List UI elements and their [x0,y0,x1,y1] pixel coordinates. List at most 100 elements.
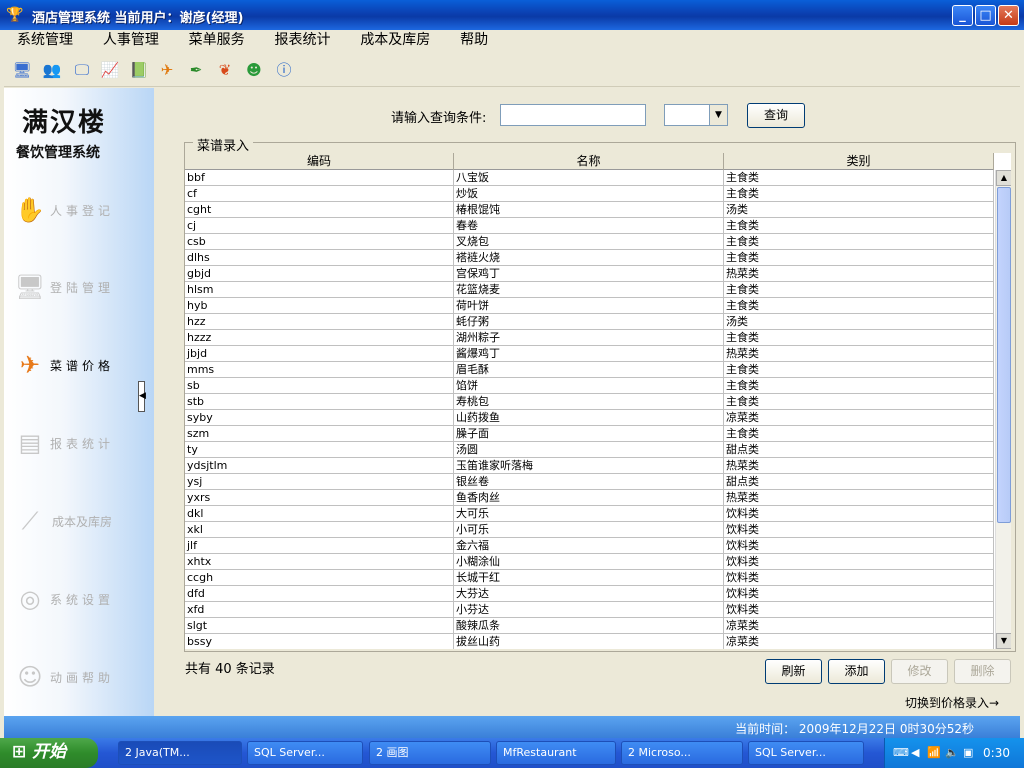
cell-code[interactable]: hzzz [185,330,454,346]
cell-name[interactable]: 花篮烧麦 [454,282,724,298]
menu-personnel[interactable]: 人事管理 [90,30,172,50]
taskbar-item-sql-server-2[interactable]: SQL Server... [748,741,864,765]
cell-name[interactable]: 小芬达 [454,602,724,618]
cell-category[interactable]: 热菜类 [724,458,994,474]
cell-category[interactable]: 饮料类 [724,506,994,522]
cell-code[interactable]: jlf [185,538,454,554]
cell-code[interactable]: ccgh [185,570,454,586]
scroll-down-icon[interactable]: ▼ [996,633,1011,649]
cell-category[interactable]: 汤类 [724,314,994,330]
cell-category[interactable]: 主食类 [724,282,994,298]
monitor-tray-icon[interactable]: ▣ [963,746,973,759]
column-header-category[interactable]: 类别 [724,153,994,170]
computer-icon[interactable]: 🖥 [12,60,32,80]
cell-code[interactable]: dfd [185,586,454,602]
table-row[interactable]: xkl 小可乐 饮料类 [185,522,994,538]
cell-code[interactable]: cj [185,218,454,234]
table-row[interactable]: xfd 小芬达 饮料类 [185,602,994,618]
maximize-button[interactable]: □ [975,5,996,26]
cell-code[interactable]: dlhs [185,250,454,266]
cell-name[interactable]: 春卷 [454,218,724,234]
cell-category[interactable]: 凉菜类 [724,634,994,649]
menu-help[interactable]: 帮助 [447,30,501,50]
search-input[interactable] [500,104,646,126]
cell-category[interactable]: 甜点类 [724,442,994,458]
add-button[interactable]: 添加 [828,659,885,684]
plane-icon[interactable]: ✈ [157,60,177,80]
cell-category[interactable]: 主食类 [724,234,994,250]
collapse-sidebar-handle[interactable]: ◀ [138,381,146,412]
cell-name[interactable]: 山药拨鱼 [454,410,724,426]
table-row[interactable]: dlhs 褡裢火烧 主食类 [185,250,994,266]
cell-code[interactable]: stb [185,394,454,410]
pen-icon[interactable]: ✒ [186,60,206,80]
refresh-button[interactable]: 刷新 [765,659,822,684]
cell-name[interactable]: 鱼香肉丝 [454,490,724,506]
cell-category[interactable]: 主食类 [724,298,994,314]
cell-name[interactable]: 小糊涂仙 [454,554,724,570]
cell-category[interactable]: 热菜类 [724,266,994,282]
cell-category[interactable]: 饮料类 [724,538,994,554]
cell-category[interactable]: 主食类 [724,330,994,346]
table-row[interactable]: cf 炒饭 主食类 [185,186,994,202]
cell-name[interactable]: 大可乐 [454,506,724,522]
menu-system[interactable]: 系统管理 [4,30,86,50]
sidebar-item-personnel-register[interactable]: ✋ 人事登记 [14,190,149,230]
table-row[interactable]: slgt 酸辣瓜条 凉菜类 [185,618,994,634]
cell-category[interactable]: 主食类 [724,250,994,266]
cell-code[interactable]: ydsjtlm [185,458,454,474]
cell-code[interactable]: cf [185,186,454,202]
chart-icon[interactable]: 📈 [100,60,120,80]
sidebar-item-animation-help[interactable]: ☺ 动画帮助 [14,657,149,697]
taskbar-item-sql-server-1[interactable]: SQL Server... [247,741,363,765]
cell-name[interactable]: 小可乐 [454,522,724,538]
table-row[interactable]: gbjd 宫保鸡丁 热菜类 [185,266,994,282]
info-icon[interactable]: ⓘ [274,60,294,80]
chevron-left-icon[interactable]: ◀ [911,746,919,759]
chevron-down-icon[interactable]: ▼ [709,105,727,125]
table-row[interactable]: cj 春卷 主食类 [185,218,994,234]
cell-category[interactable]: 汤类 [724,202,994,218]
cell-category[interactable]: 饮料类 [724,554,994,570]
table-scrollbar[interactable]: ▲ ▼ [995,170,1011,649]
cell-name[interactable]: 银丝卷 [454,474,724,490]
cell-code[interactable]: yxrs [185,490,454,506]
menu-menu-service[interactable]: 菜单服务 [176,30,258,50]
cell-code[interactable]: hlsm [185,282,454,298]
cell-name[interactable]: 金六福 [454,538,724,554]
cell-name[interactable]: 寿桃包 [454,394,724,410]
switch-to-price-entry-link[interactable]: 切换到价格录入→ [905,694,999,711]
menu-reports[interactable]: 报表统计 [261,30,343,50]
cell-name[interactable]: 大芬达 [454,586,724,602]
taskbar-item-mfrestaurant[interactable]: MfRestaurant [496,741,616,765]
cell-category[interactable]: 热菜类 [724,346,994,362]
search-button[interactable]: 查询 [747,103,805,128]
start-button[interactable]: ⊞ 开始 [0,738,98,768]
cell-code[interactable]: slgt [185,618,454,634]
cell-category[interactable]: 主食类 [724,394,994,410]
search-type-dropdown[interactable]: ▼ [664,104,728,126]
users-icon[interactable]: 👥 [42,60,62,80]
keyboard-icon[interactable]: ⌨ [893,746,909,759]
cell-name[interactable]: 八宝饭 [454,170,724,186]
edit-button[interactable]: 修改 [891,659,948,684]
cell-category[interactable]: 主食类 [724,170,994,186]
cell-code[interactable]: xfd [185,602,454,618]
sidebar-item-system-settings[interactable]: ◎ 系统设置 [14,579,149,619]
close-button[interactable]: ✕ [998,5,1019,26]
table-row[interactable]: jbjd 酱爆鸡丁 热菜类 [185,346,994,362]
cell-name[interactable]: 湖州粽子 [454,330,724,346]
table-row[interactable]: csb 叉烧包 主食类 [185,234,994,250]
cell-name[interactable]: 拔丝山药 [454,634,724,649]
cell-code[interactable]: ysj [185,474,454,490]
cell-code[interactable]: ty [185,442,454,458]
cell-code[interactable]: hyb [185,298,454,314]
cell-code[interactable]: jbjd [185,346,454,362]
cell-name[interactable]: 眉毛酥 [454,362,724,378]
column-header-code[interactable]: 编码 [185,153,454,170]
menu-cost-warehouse[interactable]: 成本及库房 [347,30,443,50]
cell-category[interactable]: 主食类 [724,378,994,394]
cell-category[interactable]: 热菜类 [724,490,994,506]
table-row[interactable]: hzz 蚝仔粥 汤类 [185,314,994,330]
book-icon[interactable]: 📗 [129,60,149,80]
